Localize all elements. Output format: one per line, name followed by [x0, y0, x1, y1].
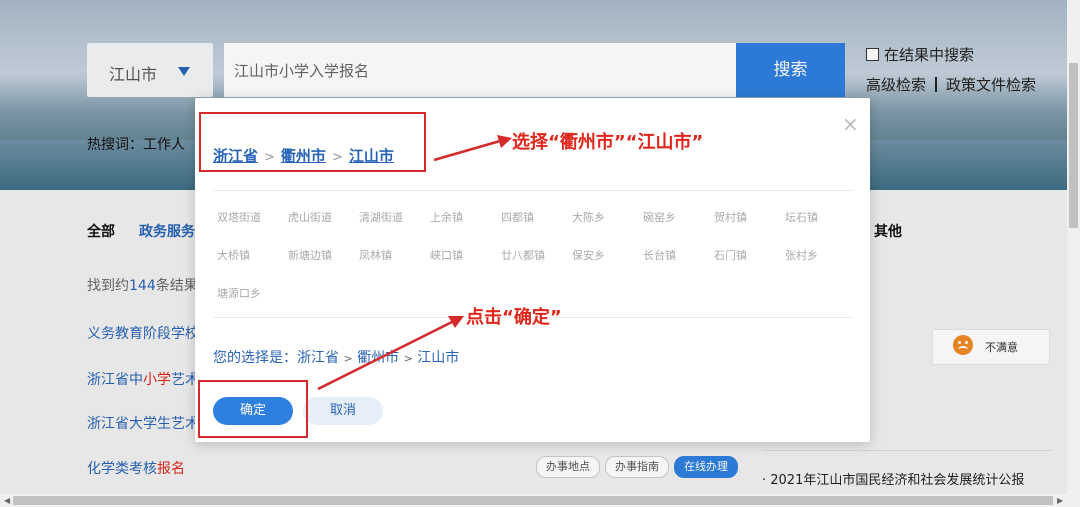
scrollbar-thumb[interactable]	[13, 496, 1053, 505]
scroll-left-icon[interactable]: ◀	[4, 496, 10, 505]
annotation-arrows	[317, 135, 512, 391]
scroll-right-icon[interactable]: ▶	[1057, 496, 1063, 505]
arrow-head	[497, 135, 512, 148]
vertical-scrollbar[interactable]	[1067, 0, 1080, 494]
horizontal-scrollbar[interactable]	[0, 494, 1080, 507]
scrollbar-thumb[interactable]	[1069, 63, 1078, 228]
arrow-line	[433, 139, 501, 162]
arrow-line	[317, 320, 453, 391]
